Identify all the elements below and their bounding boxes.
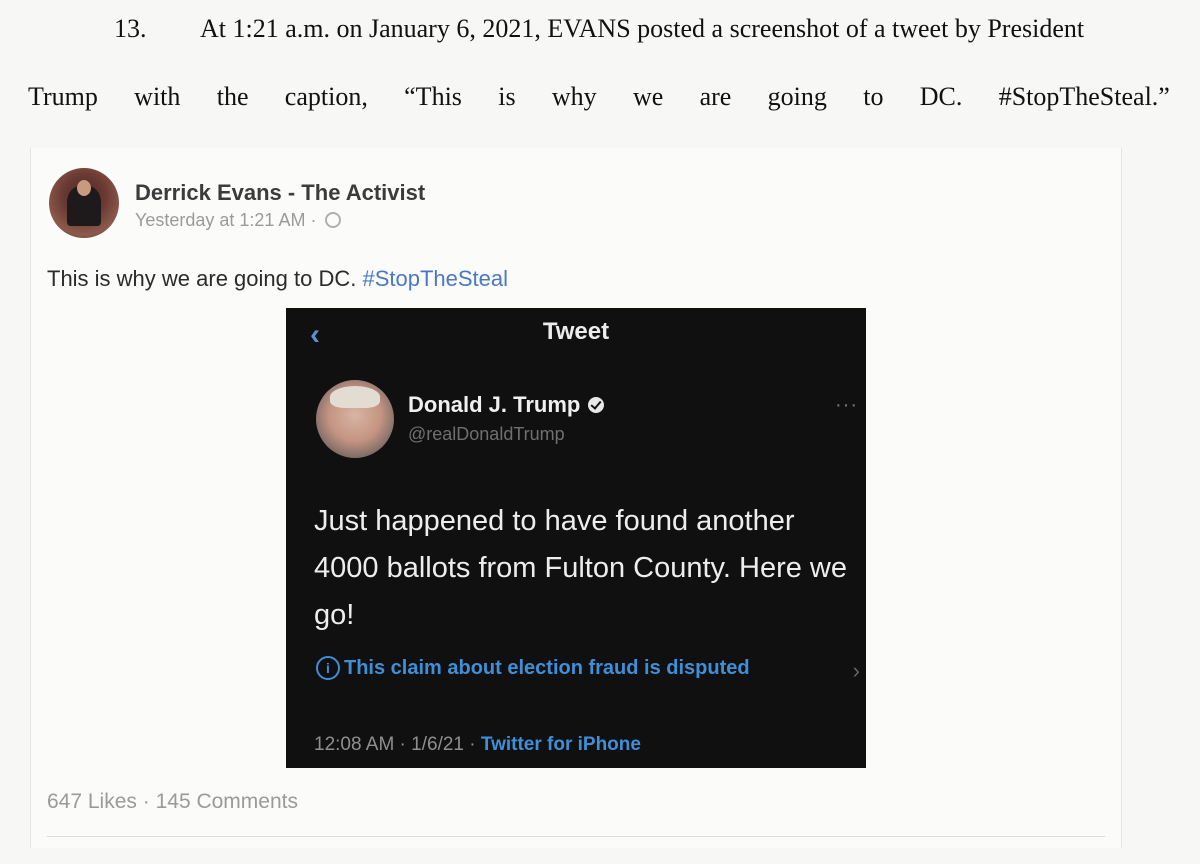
post-meta: Yesterday at 1:21 AM · xyxy=(135,210,342,231)
more-dots-icon: ··· xyxy=(835,394,858,416)
post-divider xyxy=(47,836,1105,837)
author-avatar[interactable] xyxy=(49,168,119,238)
tweet-body: Just happened to have found another 4000… xyxy=(314,505,848,631)
paragraph-word: are xyxy=(699,82,732,111)
comments-count[interactable]: 145 Comments xyxy=(156,790,298,813)
paragraph-word: going xyxy=(767,82,827,111)
tweet-time: 12:08 AM · 1/6/21 · xyxy=(314,734,476,755)
hashtag-link[interactable]: #StopTheSteal xyxy=(362,266,508,291)
paragraph-word: is xyxy=(498,82,516,111)
stats-separator: · xyxy=(142,790,150,813)
paragraph-word: with xyxy=(134,82,181,111)
paragraph-line-2: Trump with the caption, “This is why we … xyxy=(28,82,1170,112)
post-timestamp[interactable]: Yesterday at 1:21 AM · xyxy=(135,210,316,230)
paragraph-word: #StopTheSteal.” xyxy=(998,82,1170,111)
tweet-screenshot-image: ‹ Tweet Donald J. Trump @realDonaldTrump… xyxy=(286,308,866,768)
tweet-author-name: Donald J. Trump xyxy=(408,392,581,417)
likes-count[interactable]: 647 Likes xyxy=(47,790,137,813)
disputed-notice-text: This claim about election fraud is dispu… xyxy=(344,657,750,679)
tweet-author-row: Donald J. Trump xyxy=(408,392,605,418)
post-author-name[interactable]: Derrick Evans - The Activist xyxy=(135,180,425,206)
paragraph-text-line-1: At 1:21 a.m. on January 6, 2021, EVANS p… xyxy=(200,14,1085,43)
paragraph-word: we xyxy=(632,82,664,111)
paragraph-line-1: 13. At 1:21 a.m. on January 6, 2021, EVAN… xyxy=(114,14,1174,44)
tweet-client: Twitter for iPhone xyxy=(480,734,641,755)
tweet-author-avatar xyxy=(316,380,394,458)
facebook-post-card: Derrick Evans - The Activist Yesterday a… xyxy=(30,148,1122,848)
avatar-face xyxy=(77,180,91,196)
paragraph-word: why xyxy=(551,82,597,111)
paragraph-word: the xyxy=(216,82,249,111)
globe-icon xyxy=(325,212,342,228)
paragraph-word: Trump xyxy=(28,82,98,111)
paragraph-word: DC. xyxy=(919,82,963,111)
paragraph-word: caption, xyxy=(284,82,368,111)
paragraph-word: to xyxy=(863,82,884,111)
paragraph-number: 13. xyxy=(114,14,147,43)
avatar-hair xyxy=(330,386,380,408)
tweet-meta: 12:08 AM · 1/6/21 · Twitter for iPhone xyxy=(314,734,641,756)
chevron-right-icon: › xyxy=(852,658,860,683)
verified-badge-icon xyxy=(588,397,605,413)
post-caption: This is why we are going to DC. xyxy=(47,266,357,291)
tweet-author-handle: @realDonaldTrump xyxy=(408,424,565,444)
post-stats: 647 Likes · 145 Comments xyxy=(47,790,298,814)
post-text: This is why we are going to DC. #StopThe… xyxy=(47,266,508,292)
paragraph-word: “This xyxy=(404,82,462,111)
tweet-header-title: Tweet xyxy=(542,318,610,345)
info-icon: i xyxy=(316,656,340,680)
disputed-notice: i This claim about election fraud is disp… xyxy=(316,656,856,680)
